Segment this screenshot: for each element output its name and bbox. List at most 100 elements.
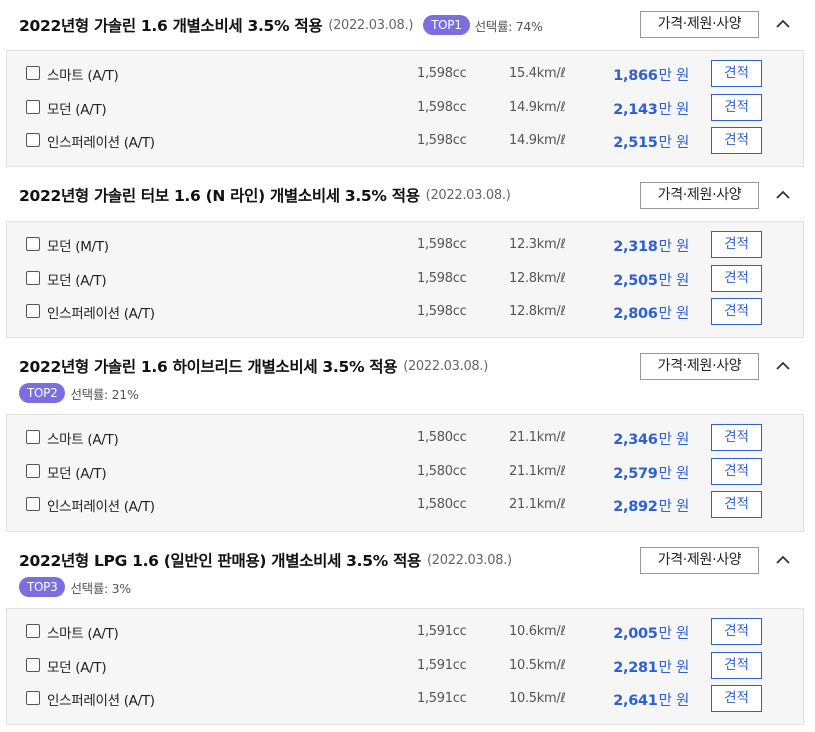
- price-unit: 만 원: [658, 432, 690, 448]
- price-unit: 만 원: [658, 272, 690, 289]
- price-value: 2,892: [613, 499, 658, 515]
- quote-button[interactable]: 견적: [711, 60, 762, 87]
- trim-name: 인스퍼레이션 (A/T): [47, 135, 155, 151]
- quote-button[interactable]: 견적: [711, 491, 762, 518]
- trim-row: 인스퍼레이션 (A/T) 1,598cc 14.9km/ℓ 2,515만 원 견적: [7, 125, 805, 155]
- chevron-up-icon[interactable]: [773, 550, 793, 570]
- top-rank-badge: TOP1: [423, 15, 470, 35]
- trim-checkbox[interactable]: [26, 66, 40, 80]
- trim-price: 1,866만 원: [567, 64, 689, 85]
- fuel-efficiency: 21.1km/ℓ: [509, 463, 566, 479]
- section-title: 2022년형 LPG 1.6 (일반인 판매용) 개별소비세 3.5% 적용: [19, 552, 421, 570]
- price-unit: 만 원: [658, 101, 690, 118]
- engine-displacement: 1,591cc: [417, 624, 467, 639]
- engine-displacement: 1,591cc: [417, 657, 467, 673]
- trim-row: 스마트 (A/T) 1,580cc 21.1km/ℓ 2,346만 원 견적: [7, 422, 805, 452]
- engine-displacement: 1,598cc: [417, 270, 467, 286]
- trim-row: 모던 (M/T) 1,598cc 12.3km/ℓ 2,318만 원 견적: [7, 229, 805, 259]
- trim-price: 2,318만 원: [567, 235, 689, 256]
- chevron-up-icon[interactable]: [773, 356, 793, 376]
- trim-checkbox[interactable]: [26, 430, 40, 444]
- engine-displacement: 1,598cc: [417, 66, 467, 81]
- fuel-efficiency: 21.1km/ℓ: [509, 497, 566, 512]
- trim-checkbox[interactable]: [26, 133, 40, 147]
- trim-price: 2,892만 원: [567, 495, 689, 516]
- price-unit: 만 원: [658, 465, 690, 482]
- trim-name: 스마트 (A/T): [47, 432, 119, 448]
- quote-button[interactable]: 견적: [711, 651, 762, 679]
- engine-displacement: 1,598cc: [417, 304, 467, 319]
- price-value: 2,143: [613, 101, 658, 118]
- price-value: 2,005: [613, 626, 658, 642]
- trim-price: 2,281만 원: [567, 656, 689, 677]
- quote-button[interactable]: 견적: [711, 231, 762, 258]
- price-spec-button[interactable]: 가격·제원·사양: [640, 11, 759, 38]
- quote-button[interactable]: 견적: [711, 424, 762, 451]
- section-title: 2022년형 가솔린 1.6 개별소비세 3.5% 적용: [19, 17, 323, 35]
- fuel-efficiency: 15.4km/ℓ: [509, 66, 566, 81]
- trim-checkbox[interactable]: [26, 691, 40, 705]
- chevron-up-icon[interactable]: [773, 185, 793, 205]
- quote-button[interactable]: 견적: [711, 298, 762, 325]
- trim-row: 스마트 (A/T) 1,591cc 10.6km/ℓ 2,005만 원 견적: [7, 616, 805, 646]
- fuel-efficiency: 14.9km/ℓ: [509, 99, 566, 115]
- quote-button[interactable]: 견적: [711, 264, 762, 292]
- trim-price: 2,515만 원: [567, 131, 689, 152]
- trim-name: 인스퍼레이션 (A/T): [47, 306, 155, 322]
- section-title-line: 2022년형 가솔린 1.6 하이브리드 개별소비세 3.5% 적용 (2022.…: [19, 353, 488, 379]
- engine-displacement: 1,598cc: [417, 133, 467, 148]
- price-spec-button[interactable]: 가격·제원·사양: [640, 353, 759, 380]
- section-date: (2022.03.08.): [425, 187, 511, 203]
- trim-name: 스마트 (A/T): [47, 626, 119, 642]
- trim-checkbox[interactable]: [26, 270, 40, 285]
- price-unit: 만 원: [658, 135, 690, 151]
- price-unit: 만 원: [658, 306, 690, 322]
- trim-checkbox[interactable]: [26, 237, 40, 251]
- section-title: 2022년형 가솔린 터보 1.6 (N 라인) 개별소비세 3.5% 적용: [19, 187, 420, 205]
- price-unit: 만 원: [658, 68, 690, 84]
- price-spec-button[interactable]: 가격·제원·사양: [640, 547, 759, 574]
- top-rank-line: TOP3 선택률: 3%: [19, 576, 131, 598]
- trim-name: 모던 (A/T): [47, 101, 107, 118]
- trim-row: 모던 (A/T) 1,598cc 14.9km/ℓ 2,143만 원 견적: [7, 92, 805, 122]
- chevron-up-icon[interactable]: [773, 14, 793, 34]
- trim-name: 인스퍼레이션 (A/T): [47, 499, 155, 515]
- section-title-line: 2022년형 가솔린 1.6 개별소비세 3.5% 적용 (2022.03.08.…: [19, 12, 543, 38]
- trim-price: 2,505만 원: [567, 269, 689, 290]
- price-value: 2,515: [613, 135, 658, 151]
- trim-row: 인스퍼레이션 (A/T) 1,598cc 12.8km/ℓ 2,806만 원 견적: [7, 296, 805, 326]
- fuel-efficiency: 12.8km/ℓ: [509, 304, 566, 319]
- trim-name: 모던 (M/T): [47, 239, 109, 255]
- trim-checkbox[interactable]: [26, 304, 40, 318]
- price-value: 2,281: [613, 659, 658, 676]
- trim-row: 인스퍼레이션 (A/T) 1,591cc 10.5km/ℓ 2,641만 원 견적: [7, 683, 805, 713]
- price-value: 2,346: [613, 432, 658, 448]
- trim-price: 2,641만 원: [567, 689, 689, 710]
- trim-checkbox[interactable]: [26, 497, 40, 511]
- fuel-efficiency: 10.5km/ℓ: [509, 657, 566, 673]
- price-unit: 만 원: [658, 693, 690, 709]
- trim-checkbox[interactable]: [26, 463, 40, 478]
- quote-button[interactable]: 견적: [711, 93, 762, 121]
- quote-button[interactable]: 견적: [711, 685, 762, 712]
- selection-rate: 선택률: 74%: [474, 18, 543, 34]
- trim-checkbox[interactable]: [26, 99, 40, 114]
- fuel-efficiency: 14.9km/ℓ: [509, 133, 566, 148]
- trim-list: 스마트 (A/T) 1,598cc 15.4km/ℓ 1,866만 원 견적 모던 (A/…: [6, 50, 804, 167]
- trim-checkbox[interactable]: [26, 624, 40, 638]
- trim-checkbox[interactable]: [26, 657, 40, 672]
- price-unit: 만 원: [658, 239, 690, 255]
- trim-price: 2,346만 원: [567, 428, 689, 449]
- quote-button[interactable]: 견적: [711, 618, 762, 645]
- quote-button[interactable]: 견적: [711, 127, 762, 154]
- trim-list: 스마트 (A/T) 1,591cc 10.6km/ℓ 2,005만 원 견적 모던 (A/…: [6, 608, 804, 725]
- trim-name: 모던 (A/T): [47, 659, 107, 676]
- top-rank-badge: TOP3: [19, 577, 66, 597]
- trim-name: 모던 (A/T): [47, 465, 107, 482]
- engine-displacement: 1,580cc: [417, 497, 467, 512]
- price-spec-button[interactable]: 가격·제원·사양: [640, 182, 759, 209]
- price-value: 2,641: [613, 693, 658, 709]
- trim-price: 2,579만 원: [567, 462, 689, 483]
- selection-rate: 선택률: 21%: [70, 386, 139, 402]
- quote-button[interactable]: 견적: [711, 457, 762, 485]
